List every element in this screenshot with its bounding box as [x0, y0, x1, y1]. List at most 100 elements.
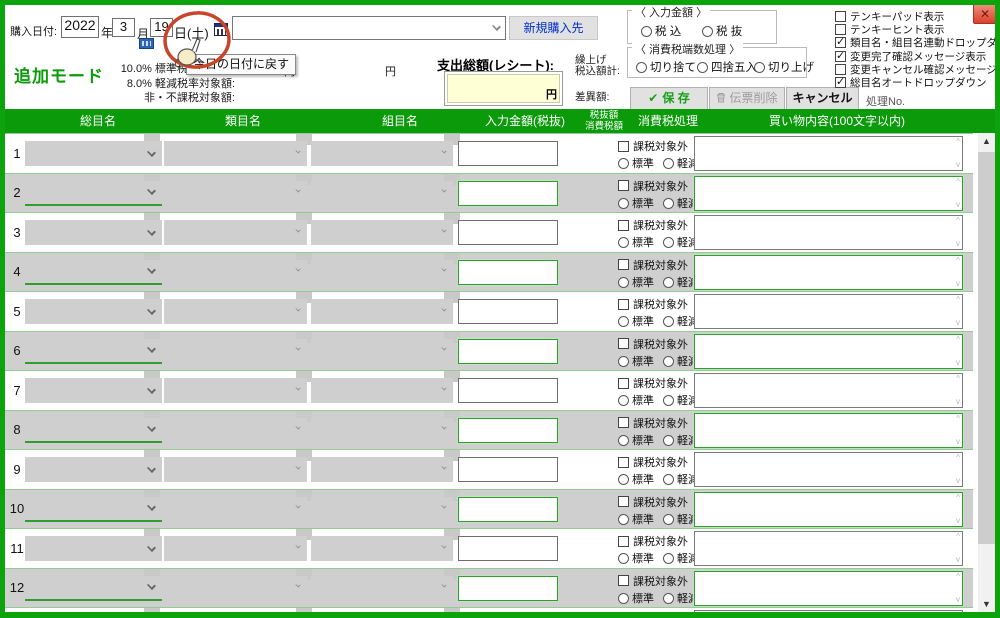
amount-input[interactable] — [458, 260, 558, 285]
memo-scroll-down-icon[interactable]: v — [956, 517, 960, 525]
tax-exempt-checkbox[interactable]: 課税対象外 — [618, 573, 688, 589]
soumoku-select[interactable] — [25, 457, 162, 482]
tax-exempt-checkbox[interactable]: 課税対象外 — [618, 336, 688, 352]
memo-textarea[interactable]: ^ v — [694, 136, 963, 171]
soumoku-select[interactable] — [25, 536, 162, 561]
radio-standard[interactable]: 標準 — [618, 274, 654, 290]
amount-input[interactable] — [458, 497, 558, 522]
soumoku-select[interactable] — [25, 299, 162, 324]
radio-round-half[interactable]: 四捨五入 — [697, 59, 757, 75]
setting-checkbox[interactable]: 変更完了確認メッセージ表示 — [835, 50, 995, 63]
amount-input[interactable] — [458, 457, 558, 482]
soumoku-select[interactable] — [25, 378, 162, 403]
amount-input[interactable] — [458, 141, 558, 166]
delete-voucher-button[interactable]: 伝票削除 — [709, 87, 785, 110]
tax-exempt-checkbox[interactable]: 課税対象外 — [618, 415, 688, 431]
memo-scroll-up-icon[interactable]: ^ — [956, 138, 960, 146]
radio-standard[interactable]: 標準 — [618, 392, 654, 408]
radio-standard[interactable]: 標準 — [618, 195, 654, 211]
setting-checkbox[interactable]: テンキーパッド表示 — [835, 10, 995, 23]
memo-textarea[interactable]: ^ v — [694, 373, 963, 408]
amount-input[interactable] — [458, 220, 558, 245]
ruimoku-select[interactable] — [164, 497, 307, 522]
ruimoku-select[interactable] — [164, 181, 307, 206]
radio-standard[interactable]: 標準 — [618, 155, 654, 171]
day-input[interactable]: 19 — [150, 18, 173, 37]
memo-textarea[interactable]: ^ v — [694, 413, 963, 448]
memo-scroll-down-icon[interactable]: v — [956, 201, 960, 209]
ruimoku-select[interactable] — [164, 418, 307, 443]
tax-exempt-checkbox[interactable]: 課税対象外 — [618, 178, 688, 194]
tax-exempt-checkbox[interactable]: 課税対象外 — [618, 375, 688, 391]
kumimoku-select[interactable] — [311, 576, 453, 601]
new-vendor-button[interactable]: 新規購入先 — [509, 16, 598, 40]
memo-scroll-up-icon[interactable]: ^ — [956, 178, 960, 186]
memo-scroll-down-icon[interactable]: v — [956, 240, 960, 248]
memo-scroll-up-icon[interactable]: ^ — [956, 257, 960, 265]
memo-textarea[interactable]: ^ v — [694, 294, 963, 329]
soumoku-select[interactable] — [25, 220, 162, 245]
memo-scroll-down-icon[interactable]: v — [956, 161, 960, 169]
memo-scroll-down-icon[interactable]: v — [956, 556, 960, 564]
soumoku-select[interactable] — [25, 418, 162, 443]
kumimoku-select[interactable] — [311, 339, 453, 364]
memo-scroll-down-icon[interactable]: v — [956, 398, 960, 406]
setting-checkbox[interactable]: 類目名・組目名連動ドロップダウン — [835, 36, 995, 49]
memo-scroll-up-icon[interactable]: ^ — [956, 336, 960, 344]
scrollbar-down-arrow[interactable]: ▼ — [978, 596, 995, 612]
radio-standard[interactable]: 標準 — [618, 432, 654, 448]
month-input[interactable]: 3 — [112, 18, 135, 37]
amount-input[interactable] — [458, 299, 558, 324]
memo-textarea[interactable]: ^ v — [694, 255, 963, 290]
memo-scroll-down-icon[interactable]: v — [956, 359, 960, 367]
tax-exempt-checkbox[interactable]: 課税対象外 — [618, 533, 688, 549]
ruimoku-select[interactable] — [164, 260, 307, 285]
memo-scroll-up-icon[interactable]: ^ — [956, 494, 960, 502]
memo-textarea[interactable]: ^ v — [694, 492, 963, 527]
ruimoku-select[interactable] — [164, 141, 307, 166]
ruimoku-select[interactable] — [164, 378, 307, 403]
amount-input[interactable] — [458, 536, 558, 561]
kumimoku-select[interactable] — [311, 260, 453, 285]
soumoku-select[interactable] — [25, 181, 162, 206]
soumoku-select[interactable] — [25, 497, 162, 522]
vertical-scrollbar[interactable]: ▲ ▼ — [978, 133, 995, 612]
scrollbar-up-arrow[interactable]: ▲ — [978, 133, 995, 149]
memo-scroll-up-icon[interactable]: ^ — [956, 375, 960, 383]
radio-standard[interactable]: 標準 — [618, 313, 654, 329]
memo-scroll-down-icon[interactable]: v — [956, 596, 960, 604]
memo-textarea[interactable]: ^ v — [694, 334, 963, 369]
tax-exempt-checkbox[interactable]: 課税対象外 — [618, 217, 688, 233]
ruimoku-select[interactable] — [164, 220, 307, 245]
kumimoku-select[interactable] — [311, 141, 453, 166]
memo-scroll-up-icon[interactable]: ^ — [956, 573, 960, 581]
memo-scroll-up-icon[interactable]: ^ — [956, 454, 960, 462]
tax-exempt-checkbox[interactable]: 課税対象外 — [618, 138, 688, 154]
radio-round-down[interactable]: 切り捨て — [636, 59, 696, 75]
radio-standard[interactable]: 標準 — [618, 353, 654, 369]
memo-textarea[interactable]: ^ v — [694, 452, 963, 487]
memo-textarea[interactable]: ^ v — [694, 571, 963, 606]
memo-scroll-up-icon[interactable]: ^ — [956, 296, 960, 304]
year-input[interactable]: 2022 — [61, 16, 99, 38]
radio-standard[interactable]: 標準 — [618, 471, 654, 487]
kumimoku-select[interactable] — [311, 418, 453, 443]
amount-input[interactable] — [458, 181, 558, 206]
memo-scroll-up-icon[interactable]: ^ — [956, 533, 960, 541]
kumimoku-select[interactable] — [311, 181, 453, 206]
memo-textarea[interactable]: ^ v — [694, 176, 963, 211]
tax-exempt-checkbox[interactable]: 課税対象外 — [618, 257, 688, 273]
soumoku-select[interactable] — [25, 576, 162, 601]
ruimoku-select[interactable] — [164, 457, 307, 482]
memo-textarea[interactable]: ^ v — [694, 610, 963, 612]
kumimoku-select[interactable] — [311, 299, 453, 324]
ruimoku-select[interactable] — [164, 536, 307, 561]
kumimoku-select[interactable] — [311, 536, 453, 561]
close-button[interactable]: ✕ — [973, 5, 995, 24]
radio-standard[interactable]: 標準 — [618, 511, 654, 527]
ruimoku-select[interactable] — [164, 339, 307, 364]
tax-exempt-checkbox[interactable]: 課税対象外 — [618, 494, 688, 510]
memo-scroll-down-icon[interactable]: v — [956, 438, 960, 446]
cancel-button[interactable]: キャンセル — [786, 87, 859, 110]
radio-standard[interactable]: 標準 — [618, 234, 654, 250]
